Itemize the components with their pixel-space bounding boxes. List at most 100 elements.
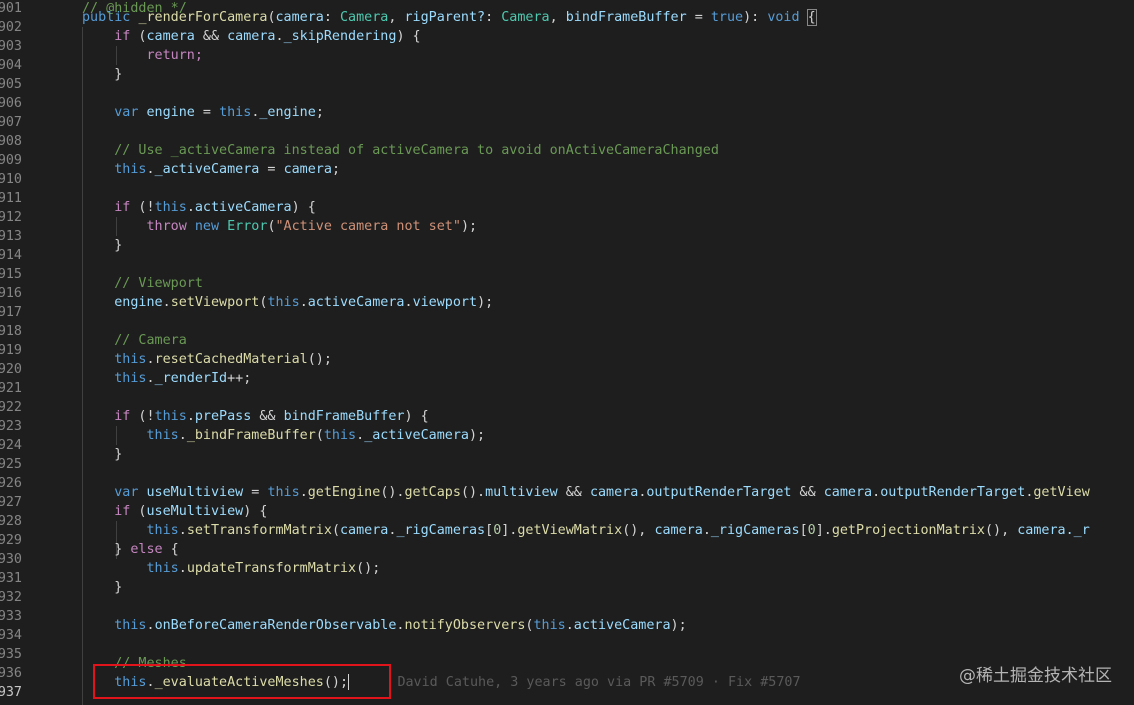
code-line-927[interactable]: var useMultiview = this.getEngine().getC… (82, 483, 1090, 502)
line-number: 902 (0, 20, 22, 35)
code-line-928[interactable]: if (useMultiview) { (82, 502, 267, 521)
property: _rigCameras (396, 523, 486, 538)
line-number: 930 (0, 552, 22, 567)
code-editor[interactable]: // @hidden */ public _renderForCamera(ca… (48, 0, 1134, 705)
brace: } (114, 580, 123, 595)
comment: // Camera (114, 333, 187, 348)
code-line-914[interactable]: } (82, 236, 122, 255)
keyword: this (533, 618, 566, 633)
string: "Active camera not set" (275, 219, 461, 234)
code-line-925[interactable]: } (82, 445, 122, 464)
keyword: throw (146, 219, 187, 234)
keyword: else (130, 542, 163, 557)
line-number: 920 (0, 362, 22, 377)
code-line-930[interactable]: } else { (82, 540, 179, 559)
line-number: 913 (0, 229, 22, 244)
param: bindFrameBuffer (565, 10, 687, 25)
keyword: this (267, 295, 300, 310)
line-number: 931 (0, 571, 22, 586)
function-name: setViewport (170, 295, 260, 310)
code-line-904[interactable]: return; (82, 46, 203, 65)
number: 0 (493, 523, 502, 538)
code-line-903[interactable]: if (camera && camera._skipRendering) { (82, 27, 420, 46)
keyword: this (146, 428, 179, 443)
type: Camera (501, 10, 550, 25)
brace: } (114, 67, 123, 82)
line-number: 933 (0, 609, 22, 624)
code-line-932[interactable]: } (82, 578, 122, 597)
brace: } (114, 238, 123, 253)
line-number: 936 (0, 666, 22, 681)
line-number: 937 (0, 685, 22, 700)
keyword: return; (146, 48, 203, 63)
keyword: this (154, 200, 187, 215)
line-number: 921 (0, 381, 22, 396)
line-number: 910 (0, 172, 22, 187)
code-line-929[interactable]: this.setTransformMatrix(camera._rigCamer… (82, 521, 1090, 540)
line-number: 918 (0, 324, 22, 339)
property: _rigCameras (710, 523, 800, 538)
variable: camera (340, 523, 389, 538)
function-name: getCaps (404, 485, 461, 500)
code-line-910[interactable]: this._activeCamera = camera; (82, 160, 340, 179)
function-name: getViewMatrix (517, 523, 623, 538)
line-number: 914 (0, 248, 22, 263)
line-number: 934 (0, 628, 22, 643)
function-name: notifyObservers (404, 618, 526, 633)
keyword: this (114, 352, 147, 367)
line-number: 923 (0, 419, 22, 434)
code-line-924[interactable]: this._bindFrameBuffer(this._activeCamera… (82, 426, 486, 445)
keyword: this (219, 105, 252, 120)
line-number: 919 (0, 343, 22, 358)
variable: camera (1017, 523, 1066, 538)
property: ._r (1065, 523, 1090, 538)
line-number: 911 (0, 191, 22, 206)
variable: camera (823, 485, 873, 500)
code-line-923[interactable]: if (!this.prePass && bindFrameBuffer) { (82, 407, 428, 426)
keyword: var (114, 485, 139, 500)
code-line-920[interactable]: this.resetCachedMaterial(); (82, 350, 332, 369)
keyword: this (267, 485, 300, 500)
function-name: resetCachedMaterial (154, 352, 308, 367)
code-line-902[interactable]: public _renderForCamera(camera: Camera, … (82, 8, 817, 27)
code-line-934[interactable]: this.onBeforeCameraRenderObservable.noti… (82, 616, 686, 635)
keyword: this (114, 371, 147, 386)
line-number: 935 (0, 647, 22, 662)
property: _renderId (154, 371, 228, 386)
property: _engine (259, 105, 316, 120)
code-line-909[interactable]: // Use _activeCamera instead of activeCa… (82, 141, 719, 160)
line-number-gutter: 901 902 903 904 905 906 907 908 909 910 911 912 913 9… (0, 0, 32, 705)
code-line-921[interactable]: this._renderId++; (82, 369, 251, 388)
line-number: 925 (0, 457, 22, 472)
code-line-916[interactable]: // Viewport (82, 274, 203, 293)
keyword: new (194, 219, 220, 234)
code-line-912[interactable]: if (!this.activeCamera) { (82, 198, 316, 217)
variable: useMultiview (146, 504, 244, 519)
keyword: this (323, 428, 357, 443)
line-number: 908 (0, 134, 22, 149)
code-line-917[interactable]: engine.setViewport(this.activeCamera.vie… (82, 293, 493, 312)
property: viewport (412, 295, 478, 310)
code-line-913[interactable]: throw new Error("Active camera not set")… (82, 217, 478, 236)
highlight-box (93, 664, 391, 699)
keyword: if (114, 409, 131, 424)
type: Error (227, 219, 268, 234)
property: _activeCamera (154, 162, 260, 177)
code-line-919[interactable]: // Camera (82, 331, 187, 350)
property: activeCamera (194, 200, 292, 215)
comment: // Use _activeCamera instead of activeCa… (114, 143, 719, 158)
variable: camera (589, 485, 639, 500)
code-line-907[interactable]: var engine = this._engine; (82, 103, 324, 122)
keyword: var (114, 105, 139, 120)
line-number: 926 (0, 476, 22, 491)
literal: true (710, 10, 744, 25)
keyword: if (114, 200, 131, 215)
code-line-931[interactable]: this.updateTransformMatrix(); (82, 559, 381, 578)
param: camera (275, 10, 324, 25)
code-line-905[interactable]: } (82, 65, 122, 84)
param: rigParent? (404, 10, 486, 25)
property: outputRenderTarget (880, 485, 1026, 500)
property: outputRenderTarget (646, 485, 792, 500)
variable: camera (146, 29, 195, 44)
property: activeCamera (573, 618, 671, 633)
